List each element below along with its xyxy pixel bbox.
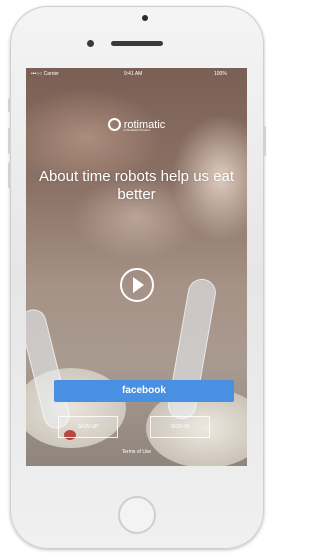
brand-tagline: A Zimplistic Product	[123, 128, 150, 132]
status-bar: •••○○ Carrier 9:41 AM 100%	[26, 68, 247, 80]
volume-up-button	[8, 128, 11, 154]
facebook-login-button[interactable]: facebook	[54, 380, 234, 402]
sign-in-button[interactable]: SIGN IN	[150, 416, 210, 438]
app-screen: •••○○ Carrier 9:41 AM 100% rotimatic A Z…	[26, 68, 247, 466]
proximity-sensor	[87, 40, 94, 47]
mute-switch	[8, 98, 11, 112]
battery-label: 100%	[214, 71, 227, 77]
home-button[interactable]	[118, 496, 156, 534]
terms-link[interactable]: Terms of Use	[26, 449, 247, 455]
hero-headline: About time robots help us eat better	[38, 168, 235, 203]
play-video-button[interactable]	[120, 268, 154, 302]
power-button	[263, 126, 266, 156]
front-camera	[142, 15, 148, 21]
sign-up-button[interactable]: SIGN UP	[58, 416, 118, 438]
carrier-label: •••○○ Carrier	[31, 71, 59, 77]
volume-down-button	[8, 162, 11, 188]
earpiece-speaker	[111, 41, 163, 46]
clock-label: 9:41 AM	[124, 71, 143, 77]
